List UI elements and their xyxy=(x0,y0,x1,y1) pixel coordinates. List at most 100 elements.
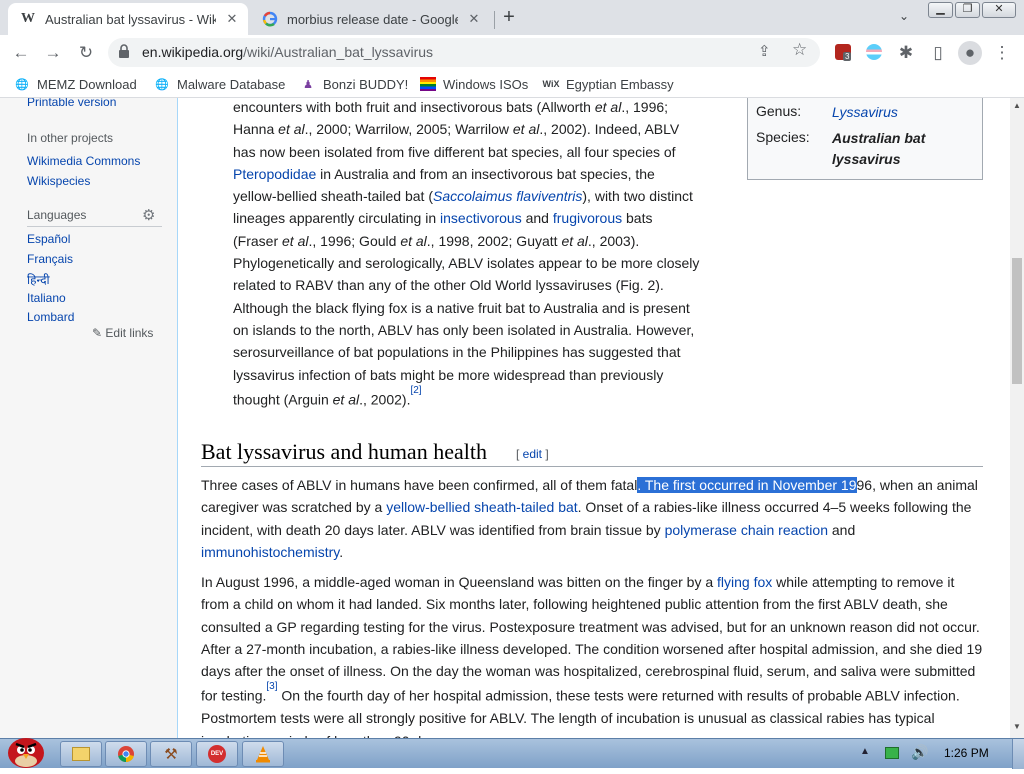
bookmark-windows-isos[interactable]: Windows ISOs xyxy=(420,75,528,93)
scroll-up-arrow-icon[interactable]: ▲ xyxy=(1013,101,1021,110)
pencil-icon: ✎ xyxy=(92,326,103,340)
link-polymerase-chain-reaction[interactable]: polymerase chain reaction xyxy=(665,522,828,538)
sidebar-item-hindi[interactable]: हिन्दी xyxy=(27,271,50,288)
close-tab-icon[interactable]: ✕ xyxy=(466,11,482,27)
text-line: yellow-bellied sheath-tailed bat (Saccol… xyxy=(233,188,693,205)
text-line: lineages apparently circulating in insec… xyxy=(233,210,653,227)
link-immunohistochemistry[interactable]: immunohistochemistry xyxy=(201,544,339,560)
tab-separator xyxy=(494,11,495,29)
bookmark-star-icon[interactable]: ☆ xyxy=(792,40,807,60)
wix-icon: WiX xyxy=(542,79,560,89)
tray-volume-icon[interactable]: 🔊 xyxy=(911,744,928,761)
infobox-genus-link[interactable]: Lyssavirus xyxy=(832,102,898,123)
taskbar-explorer-icon[interactable] xyxy=(60,741,102,767)
rainbow-flag-icon xyxy=(420,77,436,91)
bookmark-bonzi-buddy[interactable]: ♟ Bonzi BUDDY! xyxy=(300,75,408,93)
tray-show-hidden-icon[interactable]: ▲ xyxy=(860,746,870,757)
url-text[interactable]: en.wikipedia.org/wiki/Australian_bat_lys… xyxy=(142,44,433,60)
back-arrow-icon[interactable]: ← xyxy=(9,41,33,65)
tab-search-chevron-icon[interactable]: ⌄ xyxy=(896,9,912,25)
taskbar-clock[interactable]: 1:26 PM xyxy=(944,746,989,760)
sidebar-item-wikispecies[interactable]: Wikispecies xyxy=(27,174,90,188)
bookmark-egyptian-embassy[interactable]: WiX Egyptian Embassy xyxy=(543,75,674,93)
text-line: lyssavirus infection of bats might be mo… xyxy=(233,366,664,383)
text-line: In August 1996, a middle-aged woman in Q… xyxy=(201,574,955,590)
infobox-species-value: Australian bat lyssavirus xyxy=(832,130,926,167)
link-pteropodidae[interactable]: Pteropodidae xyxy=(233,166,316,182)
extension-flag-icon[interactable] xyxy=(866,44,882,60)
sidebar-heading-other-projects: In other projects xyxy=(27,131,114,145)
bookmark-memz[interactable]: 🌐 MEMZ Download xyxy=(14,75,137,93)
link-frugivorous[interactable]: frugivorous xyxy=(553,210,622,226)
taskbar-hammer-icon[interactable]: ⚒ xyxy=(150,741,192,767)
sidebar-item-espanol[interactable]: Español xyxy=(27,232,70,246)
sidebar-printable-version[interactable]: Printable version xyxy=(27,98,116,109)
selected-text: . The first occurred in November 19 xyxy=(637,477,857,493)
edit-link[interactable]: edit xyxy=(523,447,542,461)
edit-links-label: Edit links xyxy=(105,326,154,340)
address-bar[interactable]: en.wikipedia.org/wiki/Australian_bat_lys… xyxy=(108,38,820,67)
link-flying-fox[interactable]: flying fox xyxy=(717,574,772,590)
ublock-extension-icon[interactable]: 3 xyxy=(835,44,852,61)
text-line: serosurveillance of bat populations in t… xyxy=(233,344,681,361)
link-yellow-bellied-sheath-tailed-bat[interactable]: yellow-bellied sheath-tailed bat xyxy=(386,499,577,515)
new-tab-button[interactable]: + xyxy=(498,7,520,29)
wikipedia-favicon-icon: W xyxy=(21,11,35,26)
sidebar-item-lombard[interactable]: Lombard xyxy=(27,310,74,324)
reload-icon[interactable]: ↻ xyxy=(74,41,98,65)
bookmarks-bar: 🌐 MEMZ Download 🌐 Malware Database ♟ Bonzi … xyxy=(0,70,1024,98)
text-line: encounters with both fruit and insectivo… xyxy=(233,99,669,115)
minimize-button[interactable]: ▁ xyxy=(928,2,953,18)
text-line: on islands to the north, ABLV has only b… xyxy=(233,321,695,338)
scrollbar-thumb[interactable] xyxy=(1012,258,1022,384)
text-line: has now been isolated from five differen… xyxy=(233,143,676,160)
tray-network-icon[interactable] xyxy=(885,747,899,759)
link-saccolaimus-flaviventris[interactable]: Saccolaimus flaviventris xyxy=(433,188,582,204)
text-line: days after the onset of illness. On the … xyxy=(201,663,976,680)
text-line: After a 27-month incubation, a rabies-li… xyxy=(201,640,983,657)
bookmark-malware-database[interactable]: 🌐 Malware Database xyxy=(154,75,285,93)
gear-icon[interactable]: ⚙ xyxy=(142,206,155,224)
text-line: Hanna et al., 2000; Warrilow, 2005; Warr… xyxy=(233,121,680,138)
link-insectivorous[interactable]: insectivorous xyxy=(440,210,522,226)
scroll-down-arrow-icon[interactable]: ▼ xyxy=(1013,722,1021,731)
tab-title: Australian bat lyssavirus - Wiki xyxy=(45,11,216,27)
globe-icon: 🌐 xyxy=(15,78,29,91)
reference-link[interactable]: [2] xyxy=(410,385,421,396)
edit-section-link[interactable]: [ edit ] xyxy=(516,447,549,461)
edit-links-button[interactable]: ✎ Edit links xyxy=(92,326,153,340)
close-tab-icon[interactable]: ✕ xyxy=(224,11,240,27)
reference-link[interactable]: [3] xyxy=(266,681,277,692)
taskbar-chrome-icon[interactable] xyxy=(105,741,147,767)
paragraph-bat-hosts: encounters with both fruit and insectivo… xyxy=(233,98,713,411)
bookmark-label: Bonzi BUDDY! xyxy=(323,76,409,92)
section-heading: Bat lyssavirus and human health xyxy=(201,439,487,464)
close-window-button[interactable]: ✕ xyxy=(982,2,1016,18)
sidebar-item-francais[interactable]: Français xyxy=(27,252,73,266)
url-host: en.wikipedia.org xyxy=(142,44,244,60)
forward-arrow-icon[interactable]: → xyxy=(41,41,65,65)
bookmark-label: MEMZ Download xyxy=(37,76,137,92)
side-panel-icon[interactable]: ▯ xyxy=(926,41,950,65)
extensions-puzzle-icon[interactable]: ✱ xyxy=(894,41,918,65)
tab-strip: W Australian bat lyssavirus - Wiki ✕ mor… xyxy=(0,0,1024,35)
tab-google[interactable]: morbius release date - Google ✕ xyxy=(250,3,490,35)
restore-button[interactable]: ❐ xyxy=(955,2,980,18)
menu-kebab-icon[interactable]: ⋮ xyxy=(990,41,1014,65)
show-desktop-button[interactable] xyxy=(1012,739,1024,769)
share-icon[interactable]: ⇪ xyxy=(758,42,771,60)
tab-wikipedia[interactable]: W Australian bat lyssavirus - Wiki ✕ xyxy=(8,3,248,35)
bookmark-label: Egyptian Embassy xyxy=(566,76,674,92)
sidebar-divider xyxy=(27,226,162,227)
sidebar-item-italiano[interactable]: Italiano xyxy=(27,291,66,305)
sidebar-item-wikimedia-commons[interactable]: Wikimedia Commons xyxy=(27,154,140,168)
taskbar-devcpp-icon[interactable]: DEV xyxy=(196,741,238,767)
profile-avatar-icon[interactable]: ● xyxy=(958,41,982,65)
lock-icon[interactable] xyxy=(118,44,130,58)
text-line: incubation periods of less than 90 days. xyxy=(201,730,1001,738)
tab-title: morbius release date - Google xyxy=(287,11,458,27)
start-button-angry-bird-icon[interactable] xyxy=(2,731,50,769)
taskbar-vlc-icon[interactable] xyxy=(242,741,284,767)
page-scrollbar[interactable]: ▲ ▼ xyxy=(1010,98,1024,738)
wikipedia-sidebar: Printable version In other projects Wiki… xyxy=(0,98,178,738)
